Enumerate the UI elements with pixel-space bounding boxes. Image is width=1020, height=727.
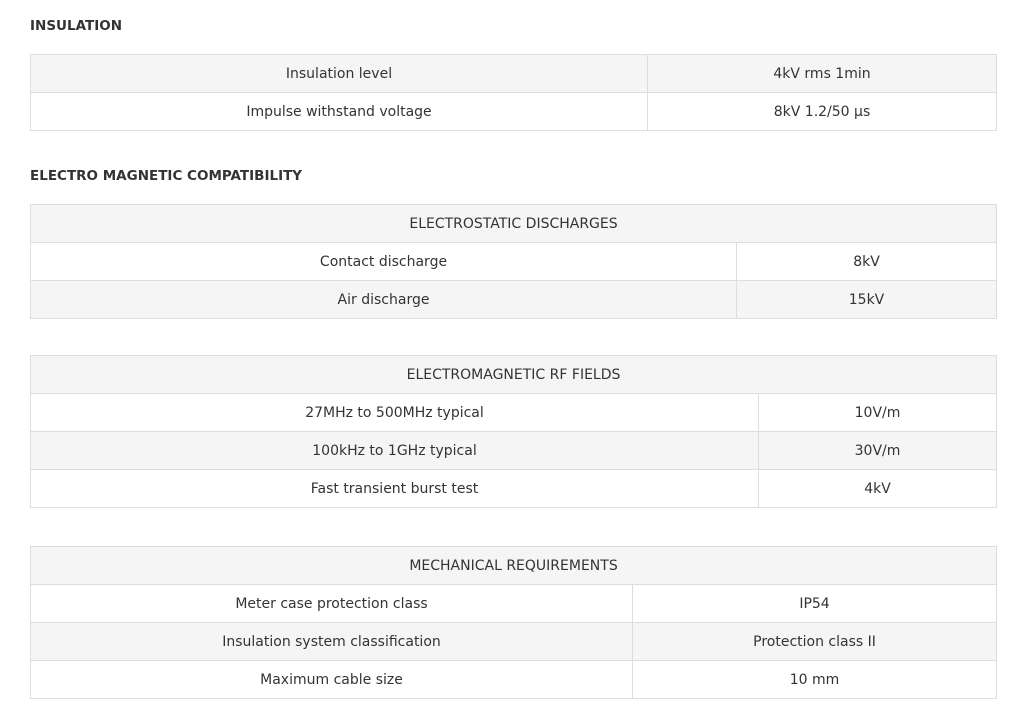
table-row: Meter case protection class IP54 [30, 584, 998, 623]
table-row: Impulse withstand voltage 8kV 1.2/50 µs [30, 92, 997, 131]
row-value: 8kV 1.2/50 µs [647, 92, 997, 131]
row-label: Contact discharge [30, 242, 737, 281]
insulation-heading: INSULATION [30, 18, 123, 34]
row-label: Impulse withstand voltage [30, 92, 648, 131]
row-label: 27MHz to 500MHz typical [30, 393, 759, 432]
row-label: Insulation system classification [30, 622, 633, 661]
table-row: Insulation system classification Protect… [30, 622, 998, 661]
row-value: Protection class II [631, 622, 998, 661]
table-title: ELECTROSTATIC DISCHARGES [30, 204, 997, 243]
row-label: 100kHz to 1GHz typical [30, 431, 759, 470]
row-label: Meter case protection class [30, 584, 633, 623]
row-value: 15kV [736, 280, 997, 319]
table-row: 27MHz to 500MHz typical 10V/m [30, 393, 997, 432]
table-row: 100kHz to 1GHz typical 30V/m [30, 431, 997, 470]
table-row: Insulation level 4kV rms 1min [30, 54, 997, 93]
row-value: 4kV [758, 469, 997, 508]
table-title-row: ELECTROSTATIC DISCHARGES [30, 204, 997, 243]
row-value: 10V/m [758, 393, 997, 432]
table-row: Fast transient burst test 4kV [30, 469, 997, 508]
row-label: Insulation level [30, 54, 648, 93]
row-value: 30V/m [758, 431, 997, 470]
row-value: 4kV rms 1min [647, 54, 997, 93]
rf-fields-table: ELECTROMAGNETIC RF FIELDS 27MHz to 500MH… [30, 355, 997, 508]
table-row: Maximum cable size 10 mm [30, 660, 998, 699]
row-label: Fast transient burst test [30, 469, 759, 508]
mechanical-table: MECHANICAL REQUIREMENTS Meter case prote… [29, 546, 998, 699]
table-row: Contact discharge 8kV [30, 242, 997, 281]
insulation-table: Insulation level 4kV rms 1min Impulse wi… [30, 54, 997, 131]
row-label: Air discharge [30, 280, 737, 319]
table-title: ELECTROMAGNETIC RF FIELDS [30, 355, 997, 394]
row-value: IP54 [631, 584, 998, 623]
emc-heading: ELECTRO MAGNETIC COMPATIBILITY [30, 168, 303, 184]
table-title-row: ELECTROMAGNETIC RF FIELDS [30, 355, 997, 394]
row-value: 8kV [736, 242, 997, 281]
table-row: Air discharge 15kV [30, 280, 997, 319]
row-label: Maximum cable size [30, 660, 633, 699]
row-value: 10 mm [631, 660, 998, 699]
table-title: MECHANICAL REQUIREMENTS [29, 546, 998, 585]
electrostatic-table: ELECTROSTATIC DISCHARGES Contact dischar… [30, 204, 997, 319]
table-title-row: MECHANICAL REQUIREMENTS [29, 546, 998, 585]
